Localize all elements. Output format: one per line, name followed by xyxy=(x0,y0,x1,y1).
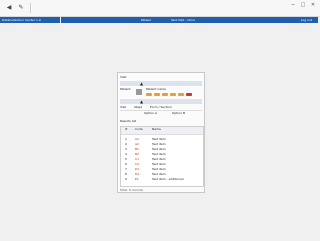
close-icon[interactable]: ✕ xyxy=(309,2,317,8)
patient-section-header: ▲ xyxy=(120,81,202,86)
visit-section-header: ▲ xyxy=(120,99,202,104)
radio-option-a[interactable]: Option A xyxy=(144,111,157,115)
col-header-name[interactable]: Name xyxy=(152,127,161,132)
cell-id: 9 xyxy=(125,177,127,181)
table-header: # Code Name xyxy=(121,127,203,135)
col-header-id[interactable]: # xyxy=(125,127,128,132)
step-chip-error[interactable] xyxy=(185,92,192,96)
patient-label: Patient: xyxy=(120,87,132,91)
context-bar: Patient Test Visit - Clinic Log out xyxy=(61,17,318,23)
step-chip[interactable] xyxy=(153,92,160,96)
app-title-bar: DataCollection Center 1.0 xyxy=(0,17,60,23)
warning-icon: ▲ xyxy=(140,81,144,86)
cell-name: Test item - additional xyxy=(152,177,184,181)
radio-option-b[interactable]: Option B xyxy=(172,111,185,115)
col-header-code[interactable]: Code xyxy=(135,127,143,132)
context-patient: Patient xyxy=(141,18,152,22)
warning-icon: ▲ xyxy=(140,99,144,104)
table-row[interactable]: 9 E1 Test item - additional xyxy=(121,177,203,182)
back-arrow-icon[interactable]: ◀ xyxy=(4,3,14,13)
toolbar: ◀ ✎ ─ □ ✕ xyxy=(0,0,320,17)
step-indicators xyxy=(146,92,193,96)
cell-code: E1 xyxy=(135,177,139,181)
logout-link[interactable]: Log out xyxy=(301,17,312,23)
app-title: DataCollection Center 1.0 xyxy=(2,18,41,22)
list-title: Results list xyxy=(120,119,137,123)
steps-label: Steps xyxy=(134,105,143,109)
visit-label: Visit xyxy=(120,105,127,109)
section-label: Form / Section xyxy=(150,105,172,109)
context-visit: Test Visit - Clinic xyxy=(171,18,196,22)
visit-panel: Visit ▲ Patient: Patient name ▲ Visit St… xyxy=(117,72,205,193)
forward-arrow-icon[interactable]: ✎ xyxy=(16,3,26,13)
toolbar-divider xyxy=(30,3,31,13)
minimize-icon[interactable]: ─ xyxy=(289,2,297,8)
avatar xyxy=(136,89,142,95)
table-footer: Total: 9 records xyxy=(120,188,143,192)
patient-name: Patient name xyxy=(146,87,166,91)
maximize-icon[interactable]: □ xyxy=(299,2,307,8)
panel-heading: Visit xyxy=(120,75,127,79)
results-table: # Code Name 1 A1 Test item 2 A2 Test item 3B… xyxy=(120,126,204,187)
step-chip[interactable] xyxy=(169,92,176,96)
step-chip[interactable] xyxy=(161,92,168,96)
step-chip[interactable] xyxy=(146,92,152,96)
step-chip[interactable] xyxy=(177,92,184,96)
